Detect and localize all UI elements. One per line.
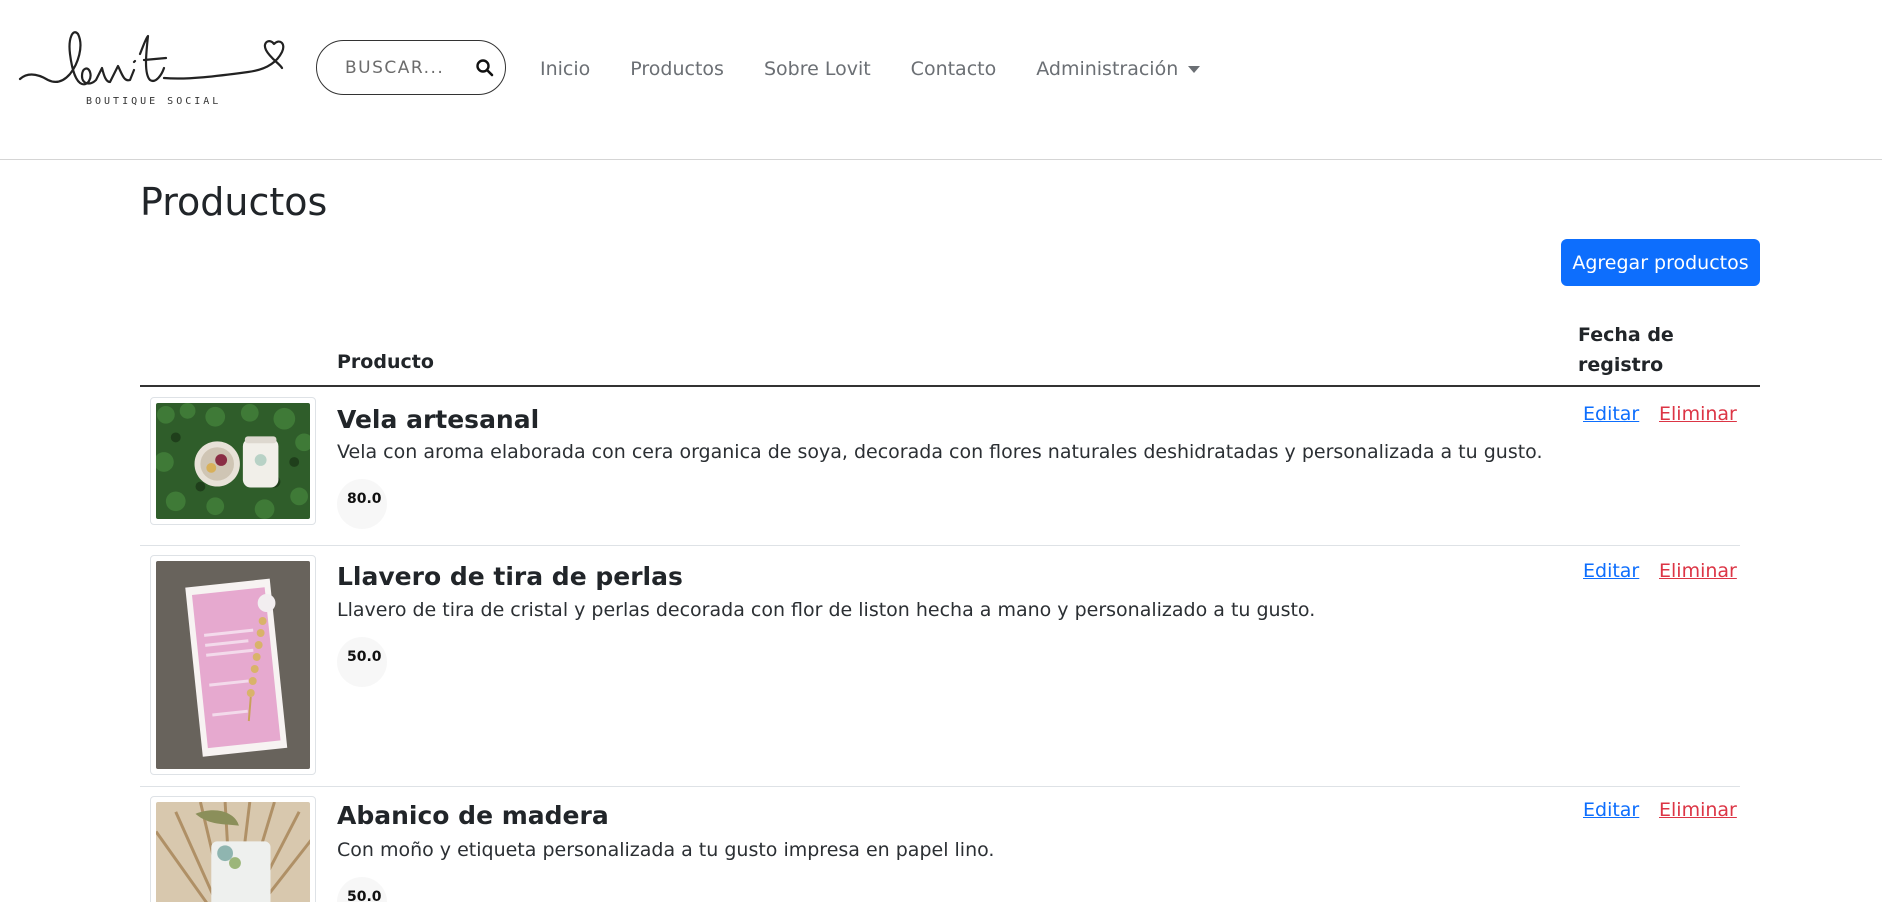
product-image: [150, 555, 316, 775]
product-image: [150, 397, 316, 525]
table-row: Vela artesanal Vela con aroma elaborada …: [140, 387, 1740, 545]
search-icon[interactable]: [475, 58, 495, 78]
product-description: Llavero de tira de cristal y perlas deco…: [337, 599, 1316, 621]
table-row: Abanico de madera Con moño y etiqueta pe…: [140, 787, 1740, 902]
edit-link[interactable]: Editar: [1583, 560, 1639, 582]
nav-contacto[interactable]: Contacto: [911, 56, 997, 82]
brand-logo[interactable]: BOUTIQUE SOCIAL: [18, 24, 298, 116]
fan-photo-icon: [156, 802, 310, 902]
navbar: BOUTIQUE SOCIAL Inicio Productos Sobre L…: [0, 0, 1882, 160]
product-description: Con moño y etiqueta personalizada a tu g…: [337, 839, 995, 861]
nav-administracion-dropdown[interactable]: Administración: [1036, 56, 1201, 82]
product-description: Vela con aroma elaborada con cera organi…: [337, 441, 1543, 463]
product-price-badge: 50.0: [337, 877, 387, 902]
product-name: Llavero de tira de perlas: [337, 562, 683, 591]
delete-link[interactable]: Eliminar: [1659, 799, 1737, 821]
edit-link[interactable]: Editar: [1583, 403, 1639, 425]
product-price-badge: 50.0: [337, 637, 387, 687]
add-products-button[interactable]: Agregar productos: [1561, 239, 1760, 286]
product-price-badge: 80.0: [337, 479, 387, 529]
product-price: 50.0: [347, 649, 382, 665]
table-row: Llavero de tira de perlas Llavero de tir…: [140, 546, 1740, 786]
product-price: 80.0: [347, 491, 382, 507]
nav-sobre-lovit[interactable]: Sobre Lovit: [764, 56, 871, 82]
main-nav: Inicio Productos Sobre Lovit Contacto Ad…: [540, 56, 1240, 82]
candle-photo-icon: [156, 403, 310, 519]
product-name: Abanico de madera: [337, 801, 609, 830]
nav-productos[interactable]: Productos: [630, 56, 724, 82]
logo-subtitle: BOUTIQUE SOCIAL: [86, 96, 222, 107]
column-header-registration-date: Fecha de registro: [1578, 324, 1674, 376]
product-image: [150, 796, 316, 902]
delete-link[interactable]: Eliminar: [1659, 403, 1737, 425]
search-input[interactable]: [345, 55, 465, 81]
caret-down-icon: [1188, 65, 1201, 73]
search-box: [316, 40, 506, 95]
nav-administracion-label: Administración: [1036, 58, 1179, 80]
product-price: 50.0: [347, 889, 382, 902]
column-header-product: Producto: [337, 351, 434, 373]
delete-link[interactable]: Eliminar: [1659, 560, 1737, 582]
nav-inicio[interactable]: Inicio: [540, 56, 590, 82]
edit-link[interactable]: Editar: [1583, 799, 1639, 821]
product-name: Vela artesanal: [337, 405, 540, 434]
page-title: Productos: [140, 180, 328, 224]
keychain-photo-icon: [156, 561, 310, 769]
